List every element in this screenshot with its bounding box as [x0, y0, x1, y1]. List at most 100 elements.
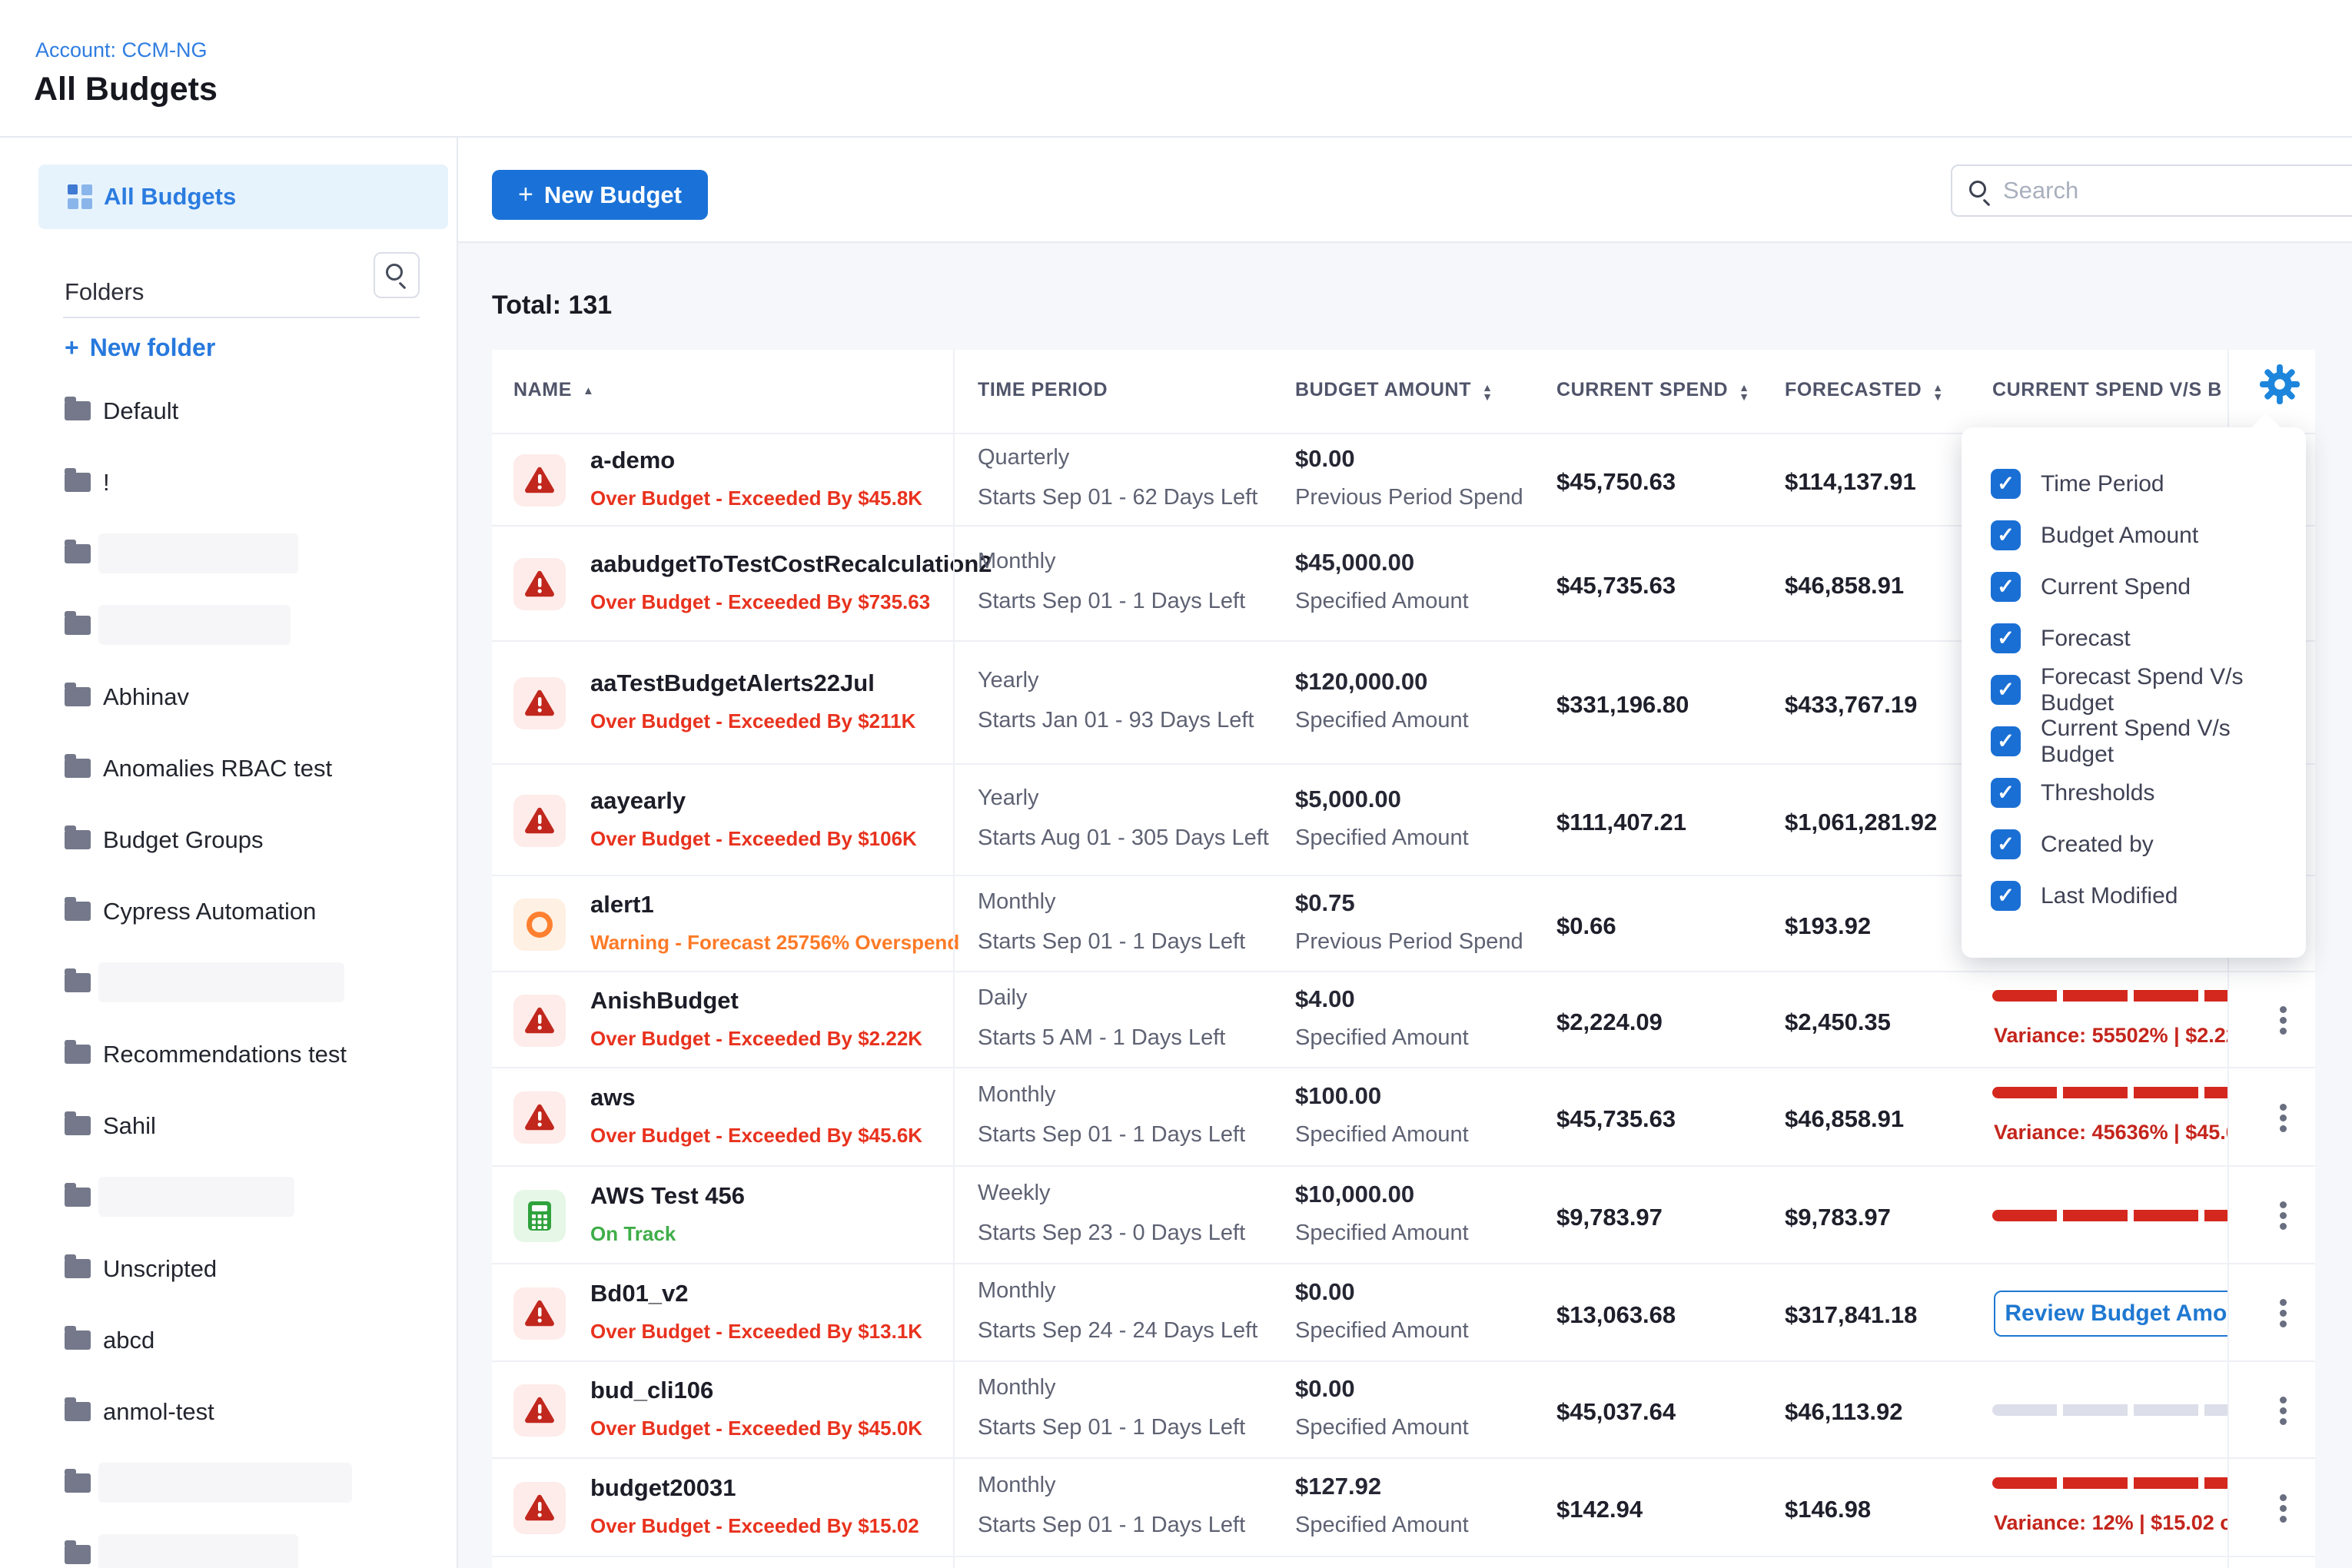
column-header-name[interactable]: NAME▲ [513, 379, 594, 401]
column-header-budget-amount[interactable]: BUDGET AMOUNT▲▼ [1295, 379, 1493, 401]
status-badge [513, 1384, 566, 1437]
search-input[interactable] [2003, 169, 2352, 212]
sort-icon: ▲▼ [1482, 383, 1493, 401]
row-options-kebab-icon[interactable] [2266, 1093, 2300, 1142]
new-folder-button[interactable]: +New folder [65, 334, 215, 362]
checkbox-checked-icon[interactable]: ✓ [1991, 623, 2021, 653]
budget-amount: $0.00 [1295, 445, 1355, 473]
column-menu-item[interactable]: ✓ Time Period [1962, 458, 2306, 510]
folder-item[interactable]: Anomalies RBAC test [65, 746, 418, 789]
time-period-detail: Starts Sep 01 - 1 Days Left [978, 1513, 1245, 1538]
checkbox-checked-icon[interactable]: ✓ [1991, 881, 2021, 911]
review-budget-amount-button[interactable]: Review Budget Amou [1994, 1291, 2227, 1337]
checkbox-checked-icon[interactable]: ✓ [1991, 675, 2021, 705]
alert-triangle-icon [524, 570, 555, 598]
alert-triangle-icon [524, 1397, 555, 1424]
folder-item[interactable]: Budget Groups [65, 818, 418, 861]
row-options-kebab-icon[interactable] [2266, 1289, 2300, 1338]
time-period-detail: Starts Aug 01 - 305 Days Left [978, 826, 1269, 851]
folder-item[interactable] [65, 1461, 418, 1504]
checkbox-checked-icon[interactable]: ✓ [1991, 778, 2021, 808]
forecasted: $2,450.35 [1785, 1008, 1891, 1036]
time-period: Monthly [978, 889, 1056, 915]
folder-item[interactable] [65, 1175, 418, 1218]
new-budget-button[interactable]: +New Budget [492, 170, 708, 220]
table-row[interactable]: budget20031 Over Budget - Exceeded By $1… [492, 1459, 2315, 1557]
folder-icon [65, 1188, 91, 1207]
column-menu-item[interactable]: ✓Current Spend [1962, 561, 2306, 613]
time-period: Quarterly [978, 445, 1069, 470]
budget-status: On Track [590, 1222, 676, 1246]
checkbox-checked-icon[interactable]: ✓ [1991, 572, 2021, 602]
folder-item[interactable]: Unscripted [65, 1247, 418, 1290]
time-period-detail: Starts Sep 23 - 0 Days Left [978, 1221, 1245, 1246]
budget-amount-label: Specified Amount [1295, 1415, 1469, 1440]
row-options-kebab-icon[interactable] [2266, 996, 2300, 1045]
alert-triangle-icon [524, 1104, 555, 1131]
account-breadcrumb[interactable]: Account: CCM-NG [35, 38, 208, 62]
column-menu-item[interactable]: ✓Last Modified [1962, 870, 2306, 922]
checkbox-checked-icon[interactable]: ✓ [1991, 520, 2021, 550]
column-menu-list: ✓Time Period✓Budget Amount✓Current Spend… [1962, 458, 2306, 922]
sidebar-item-all-budgets[interactable]: All Budgets [38, 164, 448, 229]
folder-icon [65, 1545, 91, 1564]
table-header: NAME▲ TIME PERIOD BUDGET AMOUNT▲▼ CURREN… [492, 350, 2315, 434]
column-menu-item[interactable]: ✓Forecast [1962, 613, 2306, 664]
time-period-detail: Starts Sep 01 - 1 Days Left [978, 1122, 1245, 1148]
folder-name: anmol-test [103, 1398, 214, 1426]
budget-amount: $120,000.00 [1295, 668, 1427, 696]
row-options-kebab-icon[interactable] [2266, 1483, 2300, 1533]
table-row[interactable]: bud_cli106 Over Budget - Exceeded By $45… [492, 1362, 2315, 1459]
folder-item[interactable]: abcd [65, 1318, 418, 1361]
folder-item[interactable]: Abhinav [65, 675, 418, 718]
folder-icon [65, 1473, 91, 1493]
folder-item[interactable] [65, 1533, 418, 1568]
checkbox-checked-icon[interactable]: ✓ [1991, 829, 2021, 859]
folder-item[interactable]: Sahil [65, 1104, 418, 1147]
folder-name: abcd [103, 1327, 154, 1354]
alert-triangle-icon [524, 1300, 555, 1327]
folder-item[interactable] [65, 603, 418, 646]
budget-amount: $4.00 [1295, 985, 1355, 1013]
column-menu-item[interactable]: ✓Created by [1962, 819, 2306, 870]
column-menu-label: Time Period [2041, 471, 2164, 497]
table-row[interactable]: aws Over Budget - Exceeded By $45.6K Mon… [492, 1068, 2315, 1167]
table-row[interactable]: AWS Test 456 On Track Weekly Starts Sep … [492, 1167, 2315, 1264]
row-options-kebab-icon[interactable] [2266, 1191, 2300, 1241]
folder-item[interactable]: Default [65, 389, 418, 432]
checkbox-checked-icon[interactable]: ✓ [1991, 469, 2021, 499]
current-spend: $45,037.64 [1556, 1398, 1676, 1426]
folder-item[interactable]: ! [65, 460, 418, 503]
budget-amount-label: Specified Amount [1295, 589, 1469, 614]
column-header-forecasted[interactable]: FORECASTED▲▼ [1785, 379, 1944, 401]
column-menu-item[interactable]: ✓Budget Amount [1962, 510, 2306, 561]
folder-item[interactable] [65, 532, 418, 575]
folder-item[interactable]: Cypress Automation [65, 889, 418, 932]
folder-item[interactable]: Recommendations test [65, 1032, 418, 1075]
sort-asc-icon: ▲ [583, 384, 594, 397]
folder-icon [65, 759, 91, 778]
column-settings-gear-icon[interactable] [2258, 364, 2301, 407]
column-divider [953, 350, 955, 1568]
folder-item[interactable]: anmol-test [65, 1390, 418, 1433]
column-header-time-period: TIME PERIOD [978, 379, 1108, 401]
time-period-detail: Starts Sep 01 - 62 Days Left [978, 485, 1257, 510]
checkbox-checked-icon[interactable]: ✓ [1991, 726, 2021, 756]
budget-status: Warning - Forecast 25756% Overspend [590, 931, 959, 955]
column-menu-item[interactable]: ✓Current Spend V/s Budget [1962, 716, 2306, 767]
folder-item[interactable] [65, 961, 418, 1004]
row-options-kebab-icon[interactable] [2266, 1386, 2300, 1435]
folders-heading: Folders [65, 278, 144, 306]
column-menu-item[interactable]: ✓Forecast Spend V/s Budget [1962, 664, 2306, 716]
column-menu-item[interactable]: ✓Thresholds [1962, 767, 2306, 819]
table-row[interactable]: Bd01_v2 Over Budget - Exceeded By $13.1K… [492, 1264, 2315, 1362]
column-header-current-spend[interactable]: CURRENT SPEND▲▼ [1556, 379, 1750, 401]
spend-vs-budget-bar [1992, 1404, 2227, 1416]
time-period-detail: Starts Sep 01 - 1 Days Left [978, 929, 1245, 955]
folder-search-button[interactable] [374, 252, 420, 298]
time-period: Yearly [978, 786, 1039, 811]
spend-vs-budget-bar [1992, 1210, 2227, 1221]
spend-vs-budget-cell [1992, 1362, 2227, 1457]
budget-amount-label: Specified Amount [1295, 1122, 1469, 1148]
table-row[interactable]: AnishBudget Over Budget - Exceeded By $2… [492, 972, 2315, 1068]
